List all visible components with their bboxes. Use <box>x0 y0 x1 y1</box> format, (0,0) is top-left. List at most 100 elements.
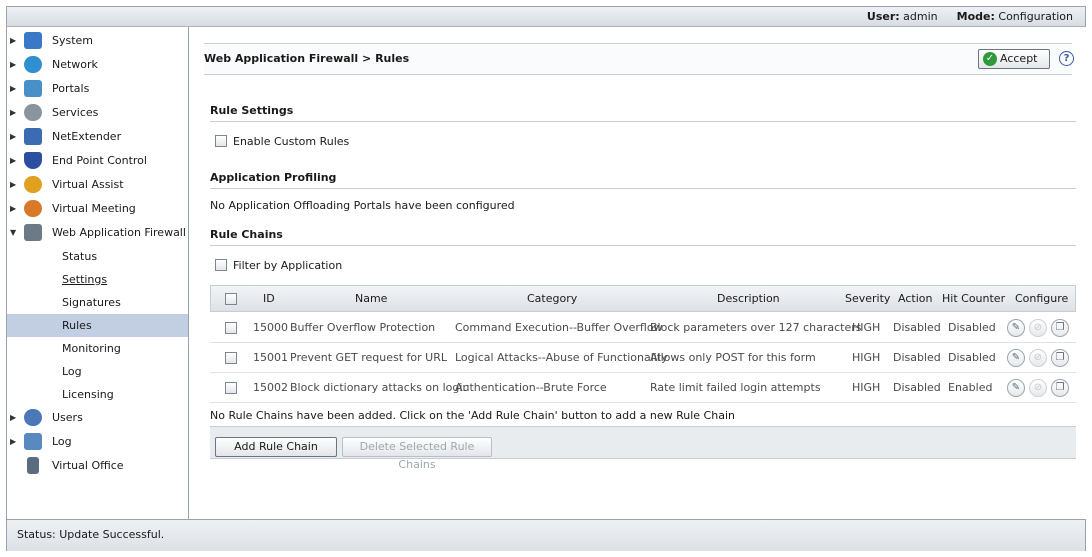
rule-name: Buffer Overflow Protection <box>290 321 436 334</box>
sidebar-item-label: Virtual Assist <box>52 178 124 191</box>
expand-arrow-icon[interactable]: ▶ <box>10 173 18 196</box>
expand-arrow-icon[interactable]: ▶ <box>10 149 18 172</box>
sidebar-subitem-status[interactable]: Status <box>7 245 188 268</box>
sidebar-item-virtual-office[interactable]: Virtual Office <box>7 454 188 477</box>
help-icon[interactable]: ? <box>1059 51 1074 66</box>
table-row: 15002 Block dictionary attacks on login … <box>210 373 1076 403</box>
accept-button[interactable]: ✓ Accept <box>978 49 1050 69</box>
sidebar-item-system[interactable]: ▶ System <box>7 29 188 52</box>
edit-pencil-icon[interactable]: ✎ <box>1007 379 1025 397</box>
disable-icon: ⊘ <box>1029 319 1047 337</box>
sidebar-item-label: Portals <box>52 82 90 95</box>
rule-chains-heading: Rule Chains <box>210 228 1076 246</box>
rule-id: 15000 <box>253 321 288 334</box>
sidebar-item-label: Log <box>52 435 72 448</box>
delete-selected-rule-chains-button: Delete Selected Rule Chains <box>342 437 492 471</box>
accept-button-label: Accept <box>1000 52 1038 65</box>
edit-pencil-icon[interactable]: ✎ <box>1007 349 1025 367</box>
expand-arrow-icon[interactable]: ▶ <box>10 77 18 100</box>
page-header: Web Application Firewall > Rules ✓ Accep… <box>204 43 1074 75</box>
rule-hit-counter: Disabled <box>948 351 996 364</box>
copy-icon[interactable]: ❐ <box>1051 379 1069 397</box>
netextender-icon <box>24 128 42 145</box>
column-header-hit-counter[interactable]: Hit Counter <box>942 292 1005 306</box>
copy-icon[interactable]: ❐ <box>1051 319 1069 337</box>
add-rule-chain-button[interactable]: Add Rule Chain <box>215 437 337 457</box>
sidebar-item-virtual-meeting[interactable]: ▶ Virtual Meeting <box>7 197 188 220</box>
sidebar-subitem-label: Rules <box>62 319 92 332</box>
expand-arrow-icon[interactable]: ▶ <box>10 29 18 52</box>
sidebar-subitem-signatures[interactable]: Signatures <box>7 291 188 314</box>
row-checkbox[interactable] <box>225 382 237 394</box>
collapse-arrow-icon[interactable]: ▼ <box>10 221 18 244</box>
rule-chains-empty-message: No Rule Chains have been added. Click on… <box>210 409 735 422</box>
column-header-description[interactable]: Description <box>717 292 780 306</box>
sidebar-item-label: NetExtender <box>52 130 122 143</box>
sidebar-item-log[interactable]: ▶ Log <box>7 430 188 453</box>
sidebar-item-users[interactable]: ▶ Users <box>7 406 188 429</box>
app-window: User: admin Mode: Configuration ▶ System… <box>6 6 1086 551</box>
sidebar-item-label: Network <box>52 58 98 71</box>
expand-arrow-icon[interactable]: ▶ <box>10 197 18 220</box>
row-checkbox[interactable] <box>225 322 237 334</box>
top-bar: User: admin Mode: Configuration <box>7 7 1085 27</box>
user-value: admin <box>903 10 938 23</box>
expand-arrow-icon[interactable]: ▶ <box>10 101 18 124</box>
column-header-category[interactable]: Category <box>527 292 577 306</box>
main-content: Web Application Firewall > Rules ✓ Accep… <box>190 27 1086 519</box>
rule-category: Logical Attacks--Abuse of Functionality <box>455 351 668 364</box>
sidebar-item-label: Users <box>52 411 83 424</box>
sidebar-subitem-monitoring[interactable]: Monitoring <box>7 337 188 360</box>
column-header-action[interactable]: Action <box>898 292 932 306</box>
column-header-id[interactable]: ID <box>263 292 275 306</box>
table-header: ID Name Category Description Severity Ac… <box>210 285 1076 312</box>
sidebar-subitem-log[interactable]: Log <box>7 360 188 383</box>
sidebar-item-services[interactable]: ▶ Services <box>7 101 188 124</box>
rule-settings-heading: Rule Settings <box>210 104 1076 122</box>
sidebar-item-netextender[interactable]: ▶ NetExtender <box>7 125 188 148</box>
row-checkbox[interactable] <box>225 352 237 364</box>
application-profiling-message: No Application Offloading Portals have b… <box>210 199 515 212</box>
sidebar-item-network[interactable]: ▶ Network <box>7 53 188 76</box>
sidebar-subitem-label: Settings <box>62 273 108 286</box>
sidebar-item-virtual-assist[interactable]: ▶ Virtual Assist <box>7 173 188 196</box>
sidebar-item-label: System <box>52 34 94 47</box>
expand-arrow-icon[interactable]: ▶ <box>10 406 18 429</box>
rule-severity: HIGH <box>852 381 881 394</box>
column-header-name[interactable]: Name <box>355 292 387 306</box>
table-row: 15001 Prevent GET request for URL Logica… <box>210 343 1076 373</box>
mode-value: Configuration <box>998 10 1073 23</box>
rule-category: Command Execution--Buffer Overflow <box>455 321 663 334</box>
sidebar-subitem-rules[interactable]: Rules <box>7 314 188 337</box>
user-label: User: <box>866 10 900 23</box>
sidebar-subitem-settings[interactable]: Settings <box>7 268 188 291</box>
sidebar-item-portals[interactable]: ▶ Portals <box>7 77 188 100</box>
sidebar-subitem-licensing[interactable]: Licensing <box>7 383 188 406</box>
firewall-server-icon <box>24 224 42 241</box>
enable-custom-rules-checkbox[interactable] <box>215 135 227 147</box>
sidebar-subitem-label: Licensing <box>62 388 114 401</box>
disable-icon: ⊘ <box>1029 349 1047 367</box>
rule-severity: HIGH <box>852 351 881 364</box>
sidebar-item-label: Virtual Office <box>52 459 124 472</box>
disable-icon: ⊘ <box>1029 379 1047 397</box>
filter-by-application-checkbox[interactable] <box>215 259 227 271</box>
rule-severity: HIGH <box>852 321 881 334</box>
rule-id: 15001 <box>253 351 288 364</box>
select-all-checkbox[interactable] <box>225 293 237 305</box>
sidebar-item-web-application-firewall[interactable]: ▼ Web Application Firewall <box>7 221 188 244</box>
edit-pencil-icon[interactable]: ✎ <box>1007 319 1025 337</box>
expand-arrow-icon[interactable]: ▶ <box>10 430 18 453</box>
rule-action: Disabled <box>893 381 941 394</box>
status-text: Status: Update Successful. <box>17 528 165 541</box>
expand-arrow-icon[interactable]: ▶ <box>10 125 18 148</box>
column-header-severity[interactable]: Severity <box>845 292 890 306</box>
sidebar-subitem-label: Signatures <box>62 296 121 309</box>
gears-icon <box>24 104 42 121</box>
users-icon <box>24 409 42 426</box>
expand-arrow-icon[interactable]: ▶ <box>10 53 18 76</box>
application-profiling-heading: Application Profiling <box>210 171 1076 189</box>
rule-name: Block dictionary attacks on login <box>290 381 470 394</box>
sidebar-item-end-point-control[interactable]: ▶ End Point Control <box>7 149 188 172</box>
copy-icon[interactable]: ❐ <box>1051 349 1069 367</box>
